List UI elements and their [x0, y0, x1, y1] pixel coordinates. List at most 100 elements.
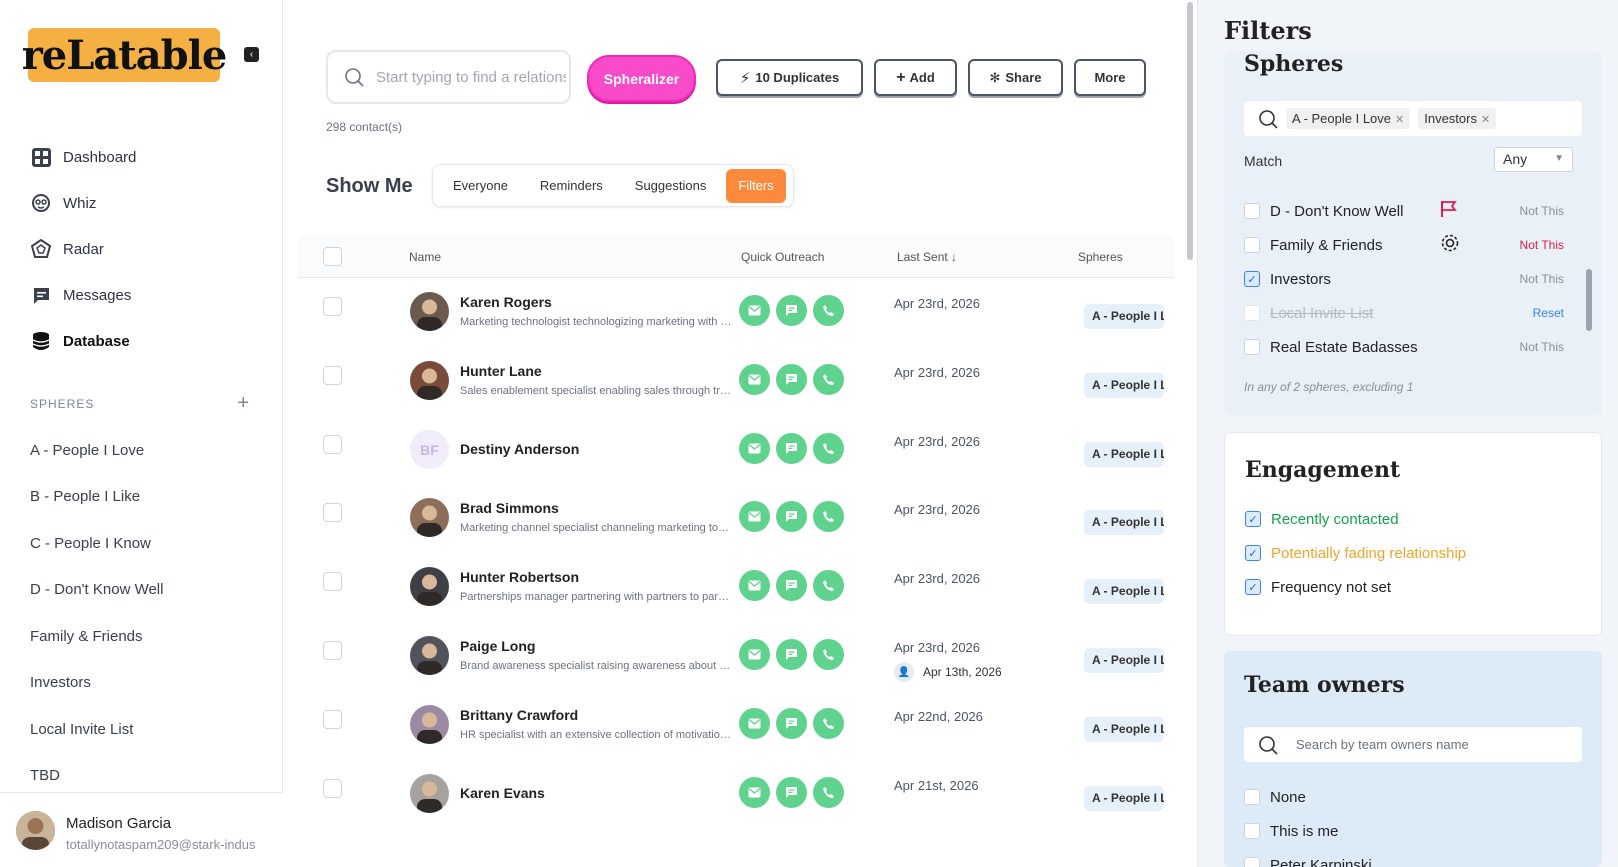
email-icon[interactable] — [739, 639, 770, 670]
row-checkbox[interactable] — [323, 503, 342, 523]
phone-icon[interactable] — [813, 776, 844, 808]
row-checkbox[interactable] — [323, 709, 342, 729]
not-this-button[interactable]: Not This — [1520, 340, 1564, 354]
text-message-icon[interactable] — [776, 639, 807, 670]
row-checkbox[interactable] — [323, 641, 342, 660]
email-icon[interactable] — [739, 432, 770, 464]
contact-search-input[interactable]: Start typing to find a relationship — [326, 50, 571, 104]
table-row[interactable]: BF Destiny Anderson Apr 23rd, 2026 A - Peop… — [298, 418, 1174, 489]
tab-filters[interactable]: Filters — [726, 168, 786, 203]
tab-reminders[interactable]: Reminders — [524, 169, 619, 203]
phone-icon[interactable] — [813, 639, 844, 670]
contact-name[interactable]: Brad Simmons — [460, 500, 559, 516]
email-icon[interactable] — [739, 295, 770, 326]
option-checkbox[interactable] — [1244, 857, 1260, 867]
text-message-icon[interactable] — [776, 570, 807, 602]
nav-radar[interactable]: Radar — [30, 226, 136, 272]
sphere-filter-option[interactable]: Local Invite List Reset — [1244, 298, 1564, 328]
sphere-badge[interactable]: A - People I Love — [1084, 510, 1164, 536]
email-icon[interactable] — [739, 501, 770, 533]
team-owner-option[interactable]: Peter Karpinski — [1244, 850, 1564, 867]
email-icon[interactable] — [739, 570, 770, 602]
table-row[interactable]: Hunter Lane Sales enablement specialist e… — [298, 349, 1174, 420]
phone-icon[interactable] — [813, 501, 844, 533]
share-button[interactable]: ✻ Share — [968, 59, 1063, 96]
contact-name[interactable]: Karen Rogers — [460, 294, 552, 310]
table-row[interactable]: Hunter Robertson Partnerships manager par… — [298, 555, 1174, 626]
team-owner-option[interactable]: None — [1244, 782, 1564, 812]
nav-database[interactable]: Database — [30, 318, 136, 364]
phone-icon[interactable] — [813, 570, 844, 602]
add-sphere-icon[interactable]: + — [237, 392, 250, 415]
sphere-badge[interactable]: A - People I Love — [1084, 785, 1164, 811]
option-checkbox[interactable]: ✓ — [1245, 545, 1261, 561]
option-checkbox[interactable]: ✓ — [1244, 271, 1260, 287]
column-name[interactable]: Name — [409, 250, 441, 264]
not-this-button[interactable]: Not This — [1520, 204, 1564, 218]
team-owners-search-input[interactable]: Search by team owners name — [1244, 727, 1582, 762]
spheres-list-scrollbar[interactable] — [1586, 269, 1592, 331]
text-message-icon[interactable] — [776, 363, 807, 395]
option-checkbox[interactable] — [1244, 339, 1260, 355]
contact-name[interactable]: Paige Long — [460, 638, 535, 654]
engagement-option[interactable]: ✓ Frequency not set — [1245, 572, 1565, 602]
sphere-badge[interactable]: A - People I Love — [1084, 372, 1164, 398]
sphere-item[interactable]: Family & Friends — [30, 613, 163, 660]
phone-icon[interactable] — [813, 295, 844, 326]
table-row[interactable]: Karen Evans Apr 21st, 2026 A - People I Lo… — [298, 762, 1174, 833]
tab-everyone[interactable]: Everyone — [437, 169, 524, 203]
contact-name[interactable]: Hunter Robertson — [460, 569, 579, 585]
email-icon[interactable] — [739, 707, 770, 739]
text-message-icon[interactable] — [776, 776, 807, 808]
more-button[interactable]: More — [1074, 59, 1146, 96]
text-message-icon[interactable] — [776, 707, 807, 739]
phone-icon[interactable] — [813, 707, 844, 739]
column-last-sent[interactable]: Last Sent ↓ — [897, 250, 957, 264]
not-this-button[interactable]: Not This — [1520, 238, 1564, 252]
row-checkbox[interactable] — [323, 572, 342, 592]
table-row[interactable]: Brad Simmons Marketing channel specialist… — [298, 486, 1174, 557]
sphere-item[interactable]: A - People I Love — [30, 427, 163, 474]
reset-button[interactable]: Reset — [1533, 306, 1564, 320]
sphere-filter-option[interactable]: ✓ Investors Not This — [1244, 264, 1564, 294]
not-this-button[interactable]: Not This — [1520, 272, 1564, 286]
collapse-sidebar-icon[interactable]: ‹ — [244, 47, 259, 62]
sphere-filter-option[interactable]: Real Estate Badasses Not This — [1244, 332, 1564, 362]
email-icon[interactable] — [739, 363, 770, 395]
contact-name[interactable]: Karen Evans — [460, 785, 545, 801]
option-checkbox[interactable]: ✓ — [1245, 511, 1261, 527]
sphere-item[interactable]: B - People I Like — [30, 474, 163, 521]
nav-messages[interactable]: Messages — [30, 272, 136, 318]
contact-name[interactable]: Hunter Lane — [460, 363, 542, 379]
sphere-chip[interactable]: Investors ✕ — [1418, 108, 1497, 129]
table-row[interactable]: Karen Rogers Marketing technologist techn… — [298, 280, 1174, 351]
row-checkbox[interactable] — [323, 297, 342, 316]
sphere-item[interactable]: D - Don't Know Well — [30, 567, 163, 614]
option-checkbox[interactable]: ✓ — [1245, 579, 1261, 595]
sphere-badge[interactable]: A - People I Love — [1084, 716, 1164, 742]
row-checkbox[interactable] — [323, 365, 342, 385]
match-select[interactable]: Any ▼ — [1494, 147, 1573, 172]
spheralizer-button[interactable]: Spheralizer — [587, 55, 696, 102]
row-checkbox[interactable] — [323, 434, 342, 454]
engagement-option[interactable]: ✓ Potentially fading relationship — [1245, 538, 1565, 568]
table-row[interactable]: Paige Long Brand awareness specialist rai… — [298, 624, 1174, 695]
row-checkbox[interactable] — [323, 778, 342, 798]
option-checkbox[interactable] — [1244, 203, 1260, 219]
sphere-badge[interactable]: A - People I Love — [1084, 648, 1164, 673]
engagement-option[interactable]: ✓ Recently contacted — [1245, 504, 1565, 534]
text-message-icon[interactable] — [776, 501, 807, 533]
column-spheres[interactable]: Spheres — [1078, 250, 1123, 264]
add-button[interactable]: + Add — [874, 59, 957, 96]
option-checkbox[interactable] — [1244, 305, 1260, 321]
duplicates-button[interactable]: ⚡ 10 Duplicates — [716, 59, 863, 96]
email-icon[interactable] — [739, 776, 770, 808]
spheres-filter-search[interactable]: A - People I Love ✕ Investors ✕ — [1244, 101, 1582, 136]
nav-dashboard[interactable]: Dashboard — [30, 134, 136, 180]
contact-name[interactable]: Destiny Anderson — [460, 441, 579, 457]
sphere-badge[interactable]: A - People I Love — [1084, 579, 1164, 605]
nav-whiz[interactable]: Whiz — [30, 180, 136, 226]
select-all-checkbox[interactable] — [323, 247, 342, 266]
sphere-item[interactable]: Investors — [30, 660, 163, 707]
option-checkbox[interactable] — [1244, 789, 1260, 805]
